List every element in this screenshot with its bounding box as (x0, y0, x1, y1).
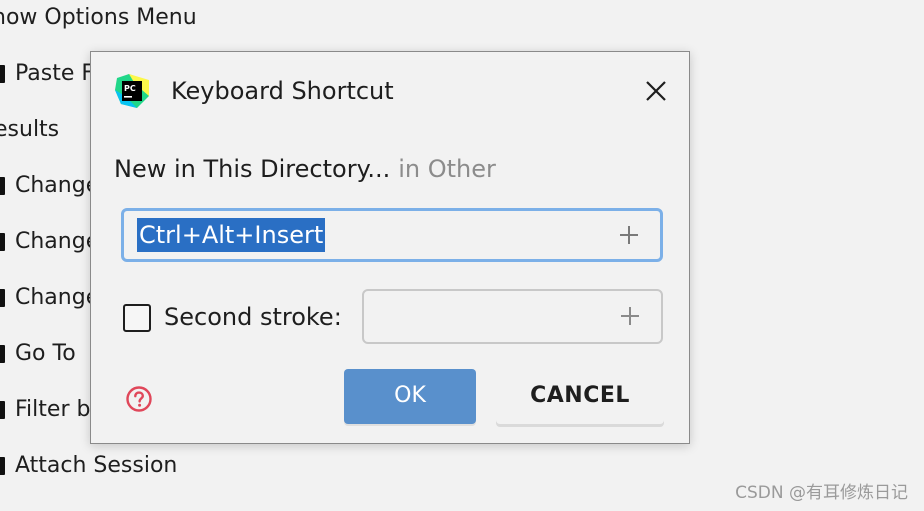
close-icon[interactable] (643, 78, 669, 104)
background-menu-item-label: esults (0, 117, 60, 142)
background-menu-item-label: Attach Session (15, 453, 178, 478)
bullet-icon (0, 401, 5, 419)
bullet-icon (0, 345, 5, 363)
action-group: in Other (398, 155, 496, 183)
second-stroke-label: Second stroke: (164, 303, 342, 331)
background-menu-item-label: Change (15, 173, 100, 198)
background-menu-item-label: Go To (15, 341, 76, 366)
background-menu-item-label: Change (15, 285, 100, 310)
action-description: New in This Directory... in Other (114, 152, 496, 186)
dialog-title-bar[interactable]: PC Keyboard Shortcut (91, 52, 689, 130)
background-menu-item-label: how Options Menu (0, 5, 197, 30)
second-stroke-field[interactable] (362, 289, 663, 344)
background-menu-item[interactable]: Change (0, 283, 99, 313)
keyboard-shortcut-dialog: PC Keyboard Shortcut New in This Directo… (90, 51, 690, 444)
cancel-button[interactable]: CANCEL (496, 369, 664, 424)
ok-button[interactable]: OK (344, 369, 476, 424)
second-stroke-checkbox[interactable] (123, 304, 151, 332)
background-menu-item-label: Change (15, 229, 100, 254)
bullet-icon (0, 289, 5, 307)
bullet-icon (0, 233, 5, 251)
action-name: New in This Directory... (114, 155, 391, 183)
dialog-title: Keyboard Shortcut (171, 77, 394, 105)
first-stroke-value: Ctrl+Alt+Insert (137, 218, 326, 252)
background-menu-item[interactable]: Change (0, 227, 99, 257)
plus-icon[interactable] (619, 305, 641, 327)
background-menu-item[interactable]: Paste F (0, 59, 94, 89)
bullet-icon (0, 457, 5, 475)
background-menu-item[interactable]: Filter by (0, 395, 103, 425)
background-menu-item[interactable]: Change (0, 171, 99, 201)
first-stroke-field[interactable]: Ctrl+Alt+Insert (121, 208, 663, 262)
background-menu-item-label: Paste F (15, 61, 95, 86)
svg-text:PC: PC (124, 84, 136, 93)
background-menu-item[interactable]: Attach Session (0, 451, 177, 481)
background-menu-item[interactable]: esults (0, 115, 59, 145)
watermark: CSDN @有耳修炼日记 (735, 483, 908, 503)
background-menu-item[interactable]: Go To (0, 339, 76, 369)
help-icon[interactable] (125, 385, 153, 413)
bullet-icon (0, 65, 5, 83)
bullet-icon (0, 177, 5, 195)
plus-icon[interactable] (618, 224, 640, 246)
pycharm-icon: PC (115, 74, 149, 108)
background-menu-item[interactable]: how Options Menu (0, 3, 197, 33)
